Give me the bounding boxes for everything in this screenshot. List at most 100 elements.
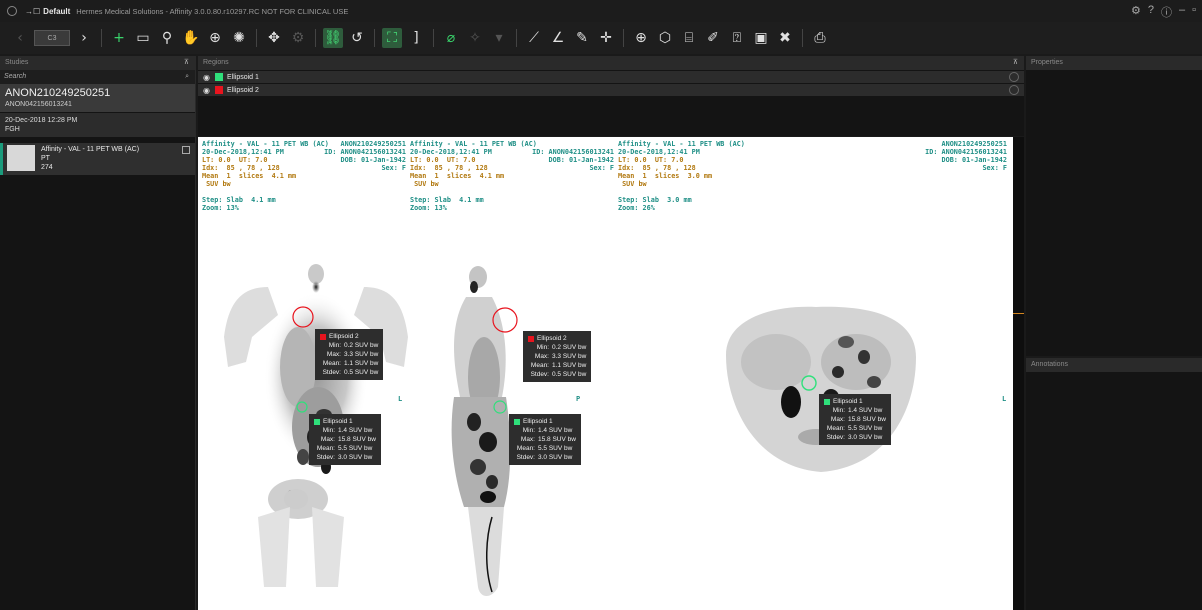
patient-item[interactable]: ANON210249250251 ANON042156013241 xyxy=(0,84,195,112)
toolbar-divider xyxy=(623,29,624,47)
segmentation-icon[interactable] xyxy=(182,146,190,154)
colorbar-marker[interactable] xyxy=(1013,313,1024,314)
stats-value: 0.5 SUV bw xyxy=(552,371,587,378)
window-level-icon[interactable]: ▭ xyxy=(133,28,153,48)
ruler-icon[interactable]: ⟋ xyxy=(524,28,544,48)
stats-value: 3.3 SUV bw xyxy=(552,353,587,360)
toolbar-divider xyxy=(256,29,257,47)
pin-icon[interactable]: ⊼ xyxy=(184,56,189,70)
study-site: FGH xyxy=(5,126,20,133)
fit-to-window-icon[interactable]: ⛶ xyxy=(382,28,402,48)
study-date: 20-Dec-2018 12:28 PM xyxy=(5,117,78,124)
cylinder-icon[interactable]: ⌸ xyxy=(679,28,699,48)
stats-value: 3.3 SUV bw xyxy=(344,351,379,358)
stats-label: Min: xyxy=(536,344,549,351)
globe-icon[interactable] xyxy=(1009,85,1019,95)
stats-title: Ellipsoid 2 xyxy=(537,335,567,342)
next-series-icon[interactable]: › xyxy=(74,28,94,48)
stats-label: Mean: xyxy=(516,445,535,452)
stats-popup-ellipsoid-1: Ellipsoid 1 Min: 1.4 SUV bw Max: 15.8 SUV … xyxy=(509,414,581,465)
properties-header: Properties xyxy=(1026,56,1202,70)
bracket-icon[interactable]: ] xyxy=(406,28,426,48)
stats-label: Max: xyxy=(830,416,845,423)
studies-header-label: Studies xyxy=(5,59,29,66)
dropdown-icon[interactable]: ▾ xyxy=(489,28,509,48)
maximize-icon[interactable]: ▫ xyxy=(1192,4,1196,20)
search-placeholder: Search xyxy=(4,73,27,80)
viewport-sagittal[interactable]: Affinity - VAL - 11 PET WB (AC) 20-Dec-2… xyxy=(408,137,616,610)
legend-swatch xyxy=(824,398,830,405)
stats-label: Max: xyxy=(534,353,549,360)
studies-header: Studies ⊼ xyxy=(0,56,195,70)
settings-icon[interactable]: ⚙ xyxy=(1131,4,1141,20)
region-row[interactable]: ◉ Ellipsoid 2 xyxy=(198,84,1024,96)
angle-icon[interactable]: ∠ xyxy=(548,28,568,48)
properties-panel: Properties xyxy=(1026,56,1202,356)
sphere-roi-icon[interactable]: ⊕ xyxy=(631,28,651,48)
legend-swatch xyxy=(320,333,326,340)
stats-value: 0.2 SUV bw xyxy=(552,344,587,351)
study-item[interactable]: 20-Dec-2018 12:28 PM FGH xyxy=(0,113,195,137)
zoom-icon[interactable]: ⚲ xyxy=(157,28,177,48)
region-row[interactable]: ◉ Ellipsoid 1 xyxy=(198,71,1024,83)
stats-title: Ellipsoid 1 xyxy=(323,418,353,425)
stats-value: 3.0 SUV bw xyxy=(848,434,883,441)
minimize-icon[interactable]: – xyxy=(1179,4,1185,20)
region-color-swatch[interactable] xyxy=(214,86,223,94)
pencil-icon[interactable]: ✎ xyxy=(572,28,592,48)
stats-popup-ellipsoid-1: Ellipsoid 1 Min: 1.4 SUV bw Max: 15.8 SUV … xyxy=(309,414,381,465)
stats-label: Stdev: xyxy=(322,369,341,376)
image-viewer[interactable]: Affinity - VAL - 11 PET WB (AC) ANON2102… xyxy=(198,137,1013,610)
stats-label: Min: xyxy=(832,407,845,414)
stats-label: Max: xyxy=(520,436,535,443)
region-color-swatch[interactable] xyxy=(214,73,223,81)
tag-icon[interactable]: ⌀ xyxy=(441,28,461,48)
brightness-icon[interactable]: ✺ xyxy=(229,28,249,48)
eraser-icon[interactable]: ✖ xyxy=(775,28,795,48)
legend-swatch xyxy=(528,335,534,342)
sparkle-icon[interactable]: ✧ xyxy=(465,28,485,48)
link-icon[interactable]: ⛓ xyxy=(323,28,343,48)
reset-icon[interactable]: ↺ xyxy=(347,28,367,48)
stats-popup-ellipsoid-2: Ellipsoid 2 Min: 0.2 SUV bw Max: 3.3 SUV b… xyxy=(523,331,592,382)
stats-value: 1.4 SUV bw xyxy=(848,407,883,414)
studies-panel: Studies ⊼ Search ⌕ ANON210249250251 ANON… xyxy=(0,56,196,610)
crosshair-icon[interactable]: + xyxy=(109,28,129,48)
stats-popup-ellipsoid-2: Ellipsoid 2 Min: 0.2 SUV bw Max: 3.3 SUV b… xyxy=(315,329,384,380)
cube-icon[interactable]: ⬡ xyxy=(655,28,675,48)
layout-name[interactable]: Default xyxy=(43,7,70,16)
stats-label: Stdev: xyxy=(826,434,845,441)
viewport-coronal[interactable]: Affinity - VAL - 11 PET WB (AC) ANON2102… xyxy=(198,137,408,610)
series-description: Affinity - VAL - 11 PET WB (AC) xyxy=(41,146,140,153)
layout-icon[interactable]: →☐ xyxy=(25,7,40,16)
stats-label: Min: xyxy=(522,427,535,434)
viewport-axial[interactable]: Affinity - VAL - 11 PET WB (AC) ANON2102… xyxy=(616,137,1013,610)
move-icon[interactable]: ✥ xyxy=(264,28,284,48)
stats-label: Stdev: xyxy=(530,371,549,378)
search-input[interactable]: Search ⌕ xyxy=(0,70,195,84)
stats-label: Stdev: xyxy=(516,454,535,461)
stats-value: 1.4 SUV bw xyxy=(538,427,573,434)
info-icon[interactable]: ⓘ xyxy=(1161,4,1172,20)
colorbar-strip[interactable] xyxy=(1013,137,1024,610)
region-grow-icon[interactable]: ⍰ xyxy=(727,28,747,48)
camera-icon[interactable]: ⎙ xyxy=(810,28,830,48)
series-selector[interactable]: C3 xyxy=(34,30,70,46)
threshold-icon[interactable]: ▣ xyxy=(751,28,771,48)
legend-swatch xyxy=(514,418,520,425)
rotate-3d-icon[interactable]: ⊕ xyxy=(205,28,225,48)
previous-series-icon[interactable]: ‹ xyxy=(10,28,30,48)
help-icon[interactable]: ? xyxy=(1148,4,1154,20)
visibility-eye-icon[interactable]: ◉ xyxy=(203,86,210,95)
point-icon[interactable]: ✛ xyxy=(596,28,616,48)
pin-icon[interactable]: ⊼ xyxy=(1013,56,1018,70)
visibility-eye-icon[interactable]: ◉ xyxy=(203,73,210,82)
globe-icon[interactable] xyxy=(1009,72,1019,82)
pan-hand-icon[interactable]: ✋ xyxy=(181,28,201,48)
stats-value: 0.2 SUV bw xyxy=(344,342,379,349)
patient-id: ANON042156013241 xyxy=(5,101,72,108)
series-item[interactable]: Affinity - VAL - 11 PET WB (AC) PT 274 xyxy=(0,143,195,175)
settings-dim-icon[interactable]: ⚙ xyxy=(288,28,308,48)
search-icon[interactable]: ⌕ xyxy=(185,70,189,84)
brush-icon[interactable]: ✐ xyxy=(703,28,723,48)
